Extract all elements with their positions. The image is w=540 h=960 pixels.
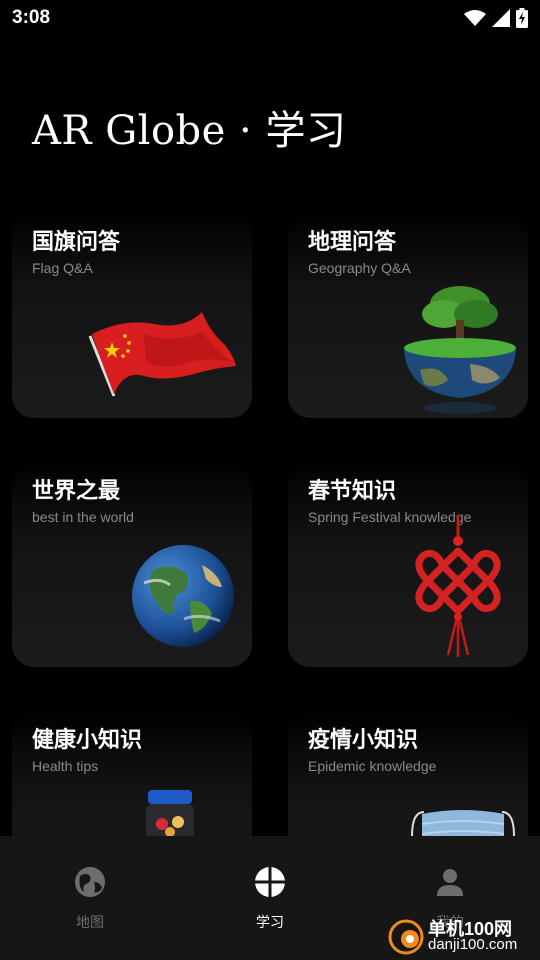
watermark-text: 单机100网 danji100.com xyxy=(428,919,518,953)
china-flag-icon xyxy=(88,312,236,397)
card-subtitle: Geography Q&A xyxy=(308,260,411,276)
watermark-line2: danji100.com xyxy=(428,936,518,953)
card-title: 国旗问答 xyxy=(32,230,121,255)
battery-icon xyxy=(516,8,528,28)
wifi-icon xyxy=(464,10,486,26)
card-flag-qa[interactable]: 国旗问答 Flag Q&A xyxy=(12,212,252,418)
card-title: 地理问答 xyxy=(308,230,397,255)
status-bar: 3:08 xyxy=(0,0,540,36)
nav-learn[interactable]: 学习 xyxy=(180,836,360,960)
card-subtitle: Epidemic knowledge xyxy=(308,758,437,774)
card-title: 世界之最 xyxy=(32,479,121,504)
status-icons xyxy=(464,8,528,28)
card-subtitle: best in the world xyxy=(32,509,134,525)
earth-globe-icon xyxy=(132,545,234,647)
person-icon xyxy=(437,869,463,896)
card-geography-qa[interactable]: 地理问答 Geography Q&A xyxy=(288,212,528,418)
page-title: AR Globe · 学习 xyxy=(32,108,347,154)
signal-icon xyxy=(492,9,510,27)
card-subtitle: Flag Q&A xyxy=(32,260,93,276)
medicine-bottle-icon xyxy=(146,790,194,840)
status-time: 3:08 xyxy=(12,7,51,28)
card-subtitle: Health tips xyxy=(32,758,99,774)
watermark-line1: 单机100网 xyxy=(428,919,513,939)
tree-on-earth-icon xyxy=(404,286,516,414)
nav-map[interactable]: 地图 xyxy=(0,836,180,960)
watermark-logo-icon xyxy=(388,919,424,955)
card-title: 春节知识 xyxy=(308,479,397,504)
card-title: 健康小知识 xyxy=(32,728,143,753)
card-spring-festival[interactable]: 春节知识 Spring Festival knowledge xyxy=(288,461,528,667)
nav-label: 学习 xyxy=(256,915,284,931)
card-best-in-world[interactable]: 世界之最 best in the world xyxy=(12,461,252,667)
chinese-knot-icon xyxy=(415,515,501,657)
watermark: 单机100网 danji100.com xyxy=(388,914,540,960)
learn-icon xyxy=(255,867,285,897)
globe-icon xyxy=(75,867,105,897)
nav-label: 地图 xyxy=(76,915,104,931)
card-title: 疫情小知识 xyxy=(308,728,419,753)
